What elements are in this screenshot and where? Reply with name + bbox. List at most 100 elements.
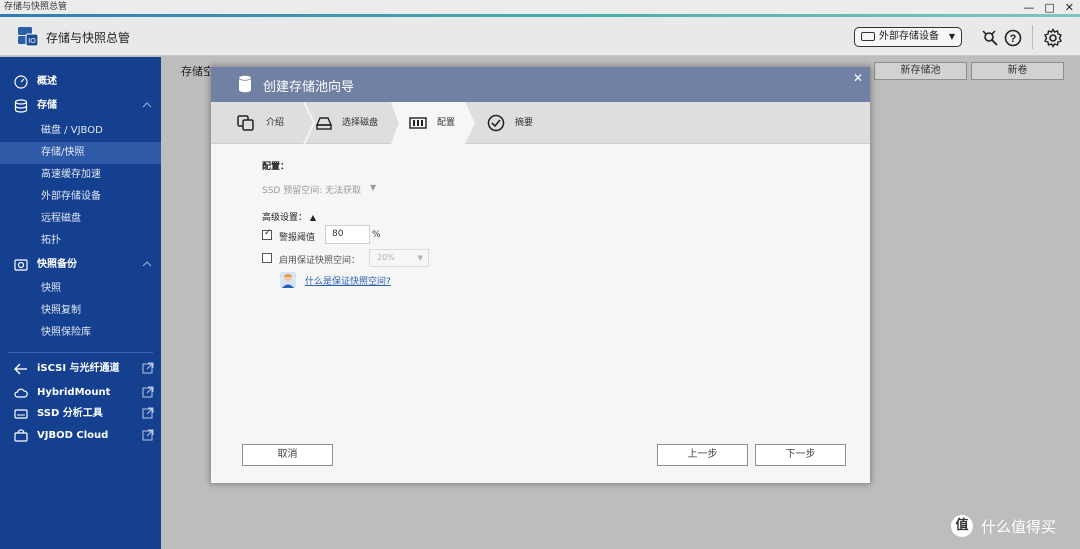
config-icon <box>409 117 427 129</box>
external-link-icon[interactable] <box>142 407 154 419</box>
triangle-up-icon: ▲ <box>309 213 317 222</box>
sidebar-item-label: 快照备份 <box>37 259 77 270</box>
debug-icon[interactable] <box>981 29 999 47</box>
maximize-icon[interactable]: □ <box>1044 0 1054 15</box>
sidebar-item-label: SSD 分析工具 <box>37 408 103 419</box>
config-heading: 配置： <box>262 162 290 172</box>
step-select-disks: 选择磁盘 <box>315 102 395 144</box>
external-drive-icon <box>861 32 875 41</box>
ssd-reserve-dropdown-icon[interactable]: ▼ <box>370 183 376 192</box>
sidebar-item-overview[interactable]: 概述 <box>0 71 161 93</box>
alert-threshold-input[interactable]: 80 <box>325 225 370 244</box>
chevron-up-icon[interactable] <box>142 259 152 269</box>
step-separator <box>303 102 315 144</box>
ssd-icon <box>14 409 28 419</box>
checkmark-icon: ✓ <box>264 228 272 238</box>
new-storage-pool-button[interactable]: 新存储池 <box>874 62 967 80</box>
close-icon[interactable]: ✕ <box>1065 0 1074 15</box>
help-person-icon <box>280 272 296 288</box>
ssd-reserve-label: SSD 预留空间: <box>262 186 323 196</box>
sidebar-item-external-storage[interactable]: 外部存储设备 <box>0 186 161 208</box>
guaranteed-snapshot-select[interactable]: 20% ▼ <box>369 249 429 267</box>
sidebar-item-ssd-tool[interactable]: SSD 分析工具 <box>0 403 161 425</box>
ssd-reserve-value: 无法获取 <box>325 186 362 196</box>
chevron-up-icon[interactable] <box>142 100 152 110</box>
sidebar-divider <box>8 352 153 353</box>
next-button[interactable]: 下一步 <box>755 444 846 466</box>
sidebar-item-topology[interactable]: 拓扑 <box>0 230 161 252</box>
snapshot-icon <box>14 259 28 271</box>
sidebar-item-hybridmount[interactable]: HybridMount <box>0 382 161 404</box>
step-label: 介绍 <box>266 118 285 128</box>
svg-text:?: ? <box>1010 33 1017 45</box>
app-header: IO 存储与快照总管 外部存储设备 ▼ ? <box>0 17 1080 56</box>
help-link[interactable]: 什么是保证快照空间? <box>305 274 391 287</box>
sidebar-item-storage[interactable]: 存储 <box>0 95 161 117</box>
external-link-icon[interactable] <box>142 386 154 398</box>
cloud-icon <box>14 388 28 398</box>
watermark-text: 什么值得买 <box>981 517 1057 536</box>
window-controls: — □ ✕ <box>1023 0 1074 15</box>
app-title: 存储与快照总管 <box>46 31 131 45</box>
vjbod-cloud-icon <box>14 429 28 442</box>
minimize-icon[interactable]: — <box>1023 0 1034 15</box>
header-divider <box>1032 25 1033 49</box>
alert-threshold-checkbox[interactable]: ✓ <box>262 228 272 240</box>
alert-threshold-label: 警报阈值 <box>279 233 316 243</box>
advanced-settings-label: 高级设置： <box>262 213 308 223</box>
window-title: 存储与快照总管 <box>4 2 68 12</box>
settings-icon[interactable] <box>1043 28 1063 48</box>
sidebar-item-storage-snapshots[interactable]: 存储/快照 <box>0 142 161 164</box>
disk-icon <box>315 117 333 130</box>
step-label: 配置 <box>437 118 456 128</box>
intro-icon <box>237 115 254 131</box>
window-titlebar: 存储与快照总管 — □ ✕ <box>0 0 1080 17</box>
iscsi-icon <box>14 363 27 375</box>
summary-check-icon <box>487 114 505 132</box>
watermark: 值 什么值得买 <box>951 514 1056 538</box>
chevron-down-icon: ▼ <box>417 254 423 262</box>
sidebar-item-iscsi[interactable]: iSCSI 与光纤通道 <box>0 358 161 380</box>
external-link-icon[interactable] <box>142 429 154 441</box>
watermark-badge: 值 <box>951 515 973 537</box>
alert-threshold-unit: % <box>372 230 381 240</box>
create-storage-pool-dialog: 创建存储池向导 ✕ 介绍 选择磁盘 配置 摘要 配置： SSD 预留空间: 无法… <box>210 66 871 484</box>
sidebar-item-label: 概述 <box>37 76 57 87</box>
advanced-settings-toggle[interactable]: 高级设置： ▲ <box>262 210 316 223</box>
sidebar-item-snapshot[interactable]: 快照 <box>0 278 161 300</box>
dialog-title: 创建存储池向导 <box>263 80 355 95</box>
cancel-button[interactable]: 取消 <box>242 444 333 466</box>
back-button[interactable]: 上一步 <box>657 444 748 466</box>
guaranteed-snapshot-checkbox[interactable] <box>262 253 272 263</box>
sidebar-item-label: 存储 <box>37 100 57 111</box>
database-icon <box>238 75 252 93</box>
guaranteed-snapshot-label: 启用保证快照空间： <box>279 256 361 266</box>
sidebar-item-label: HybridMount <box>37 387 111 398</box>
sidebar-item-snapshot-vault[interactable]: 快照保险库 <box>0 322 161 344</box>
sidebar-item-snapshot-replica[interactable]: 快照复制 <box>0 300 161 322</box>
step-label: 摘要 <box>515 118 534 128</box>
chevron-down-icon: ▼ <box>948 32 955 41</box>
external-device-dropdown[interactable]: 外部存储设备 ▼ <box>854 27 962 47</box>
help-icon[interactable]: ? <box>1004 29 1022 47</box>
step-config: 配置 <box>409 102 479 144</box>
wizard-steps: 介绍 选择磁盘 配置 摘要 <box>211 102 870 144</box>
guaranteed-snapshot-value: 20% <box>377 253 395 262</box>
sidebar-item-disks[interactable]: 磁盘 / VJBOD <box>0 120 161 142</box>
sidebar-item-label: VJBOD Cloud <box>37 430 109 441</box>
sidebar-item-cache[interactable]: 高速缓存加速 <box>0 164 161 186</box>
app-logo-icon: IO <box>18 27 39 47</box>
sidebar-item-vjbod-cloud[interactable]: VJBOD Cloud <box>0 425 161 447</box>
close-icon[interactable]: ✕ <box>853 71 863 85</box>
sidebar-item-label: iSCSI 与光纤通道 <box>37 363 120 374</box>
sidebar-item-remote-disk[interactable]: 远程磁盘 <box>0 208 161 230</box>
sidebar-item-snapshot-backup[interactable]: 快照备份 <box>0 254 161 276</box>
external-device-label: 外部存储设备 <box>879 31 939 42</box>
new-volume-button[interactable]: 新卷 <box>971 62 1064 80</box>
dialog-header: 创建存储池向导 ✕ <box>211 67 870 102</box>
step-summary: 摘要 <box>487 102 557 144</box>
svg-text:IO: IO <box>28 38 36 45</box>
dashboard-icon <box>14 75 28 89</box>
storage-icon <box>14 99 28 113</box>
external-link-icon[interactable] <box>142 362 154 374</box>
